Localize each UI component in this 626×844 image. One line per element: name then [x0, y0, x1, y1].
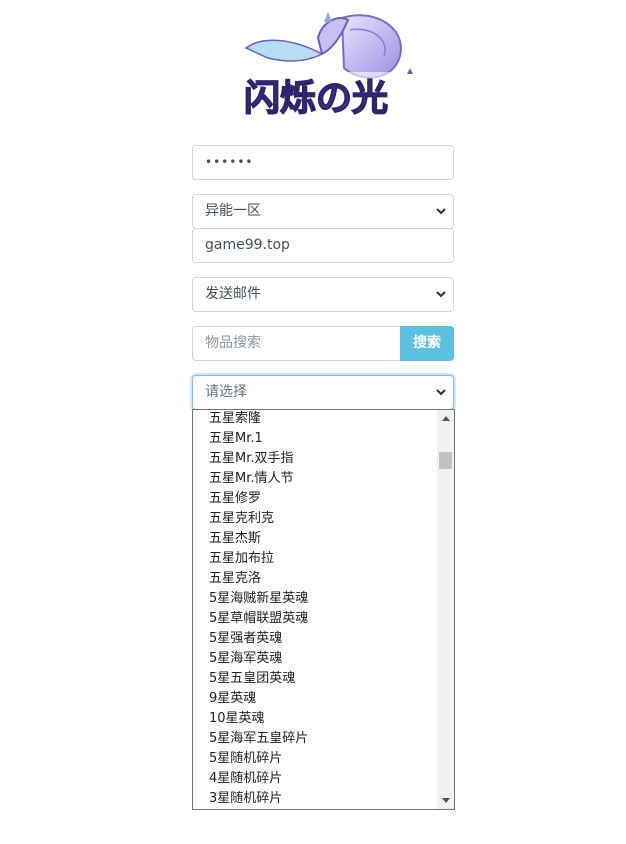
password-value: •••••• — [205, 155, 254, 169]
chevron-down-icon — [434, 195, 448, 228]
dropdown-option[interactable]: 五星Mr.双手指 — [193, 449, 438, 469]
item-search-placeholder: 物品搜索 — [205, 335, 261, 351]
dropdown-option[interactable]: 4星随机碎片 — [193, 769, 438, 789]
crystal-creature-logo: 闪烁の光 — [228, 12, 413, 120]
dropdown-option[interactable]: 五星Mr.1 — [193, 429, 438, 449]
server-select[interactable]: 异能一区 — [192, 194, 454, 229]
dropdown-option[interactable]: 5星海贼新星英魂 — [193, 589, 438, 609]
action-select[interactable]: 发送邮件 — [192, 277, 454, 312]
dropdown-option[interactable]: 3星随机碎片 — [193, 789, 438, 809]
site-value: game99.top — [205, 237, 290, 253]
site-field[interactable]: game99.top — [192, 228, 454, 263]
dropdown-option[interactable]: 5星草帽联盟英魂 — [193, 609, 438, 629]
chevron-down-icon — [434, 376, 448, 409]
dropdown-option[interactable]: 五星加布拉 — [193, 549, 438, 569]
dropdown-options: 五星索隆 五星Mr.1 五星Mr.双手指 五星Mr.情人节 五星修罗 五星克利克… — [193, 410, 438, 809]
dropdown-option[interactable]: 5星强者英魂 — [193, 629, 438, 649]
dropdown-option[interactable]: 5星随机碎片 — [193, 749, 438, 769]
dropdown-scrollbar[interactable] — [437, 410, 454, 809]
item-search-input[interactable]: 物品搜索 — [192, 326, 401, 361]
dropdown-option[interactable]: 5星海军五皇碎片 — [193, 729, 438, 749]
dropdown-option[interactable]: 5星五皇团英魂 — [193, 669, 438, 689]
dropdown-option[interactable]: 五星克利克 — [193, 509, 438, 529]
search-button[interactable]: 搜索 — [400, 326, 454, 361]
game-logo: 闪烁の光 — [222, 8, 418, 126]
item-dropdown-list[interactable]: 五星索隆 五星Mr.1 五星Mr.双手指 五星Mr.情人节 五星修罗 五星克利克… — [192, 409, 455, 810]
dropdown-option[interactable]: 五星Mr.情人节 — [193, 469, 438, 489]
dropdown-option[interactable]: 10星英魂 — [193, 709, 438, 729]
scroll-thumb[interactable] — [439, 452, 452, 469]
password-field[interactable]: •••••• — [192, 145, 454, 180]
dropdown-option[interactable]: 五星修罗 — [193, 489, 438, 509]
dropdown-option[interactable]: 9星英魂 — [193, 689, 438, 709]
logo-title: 闪烁の光 — [244, 78, 388, 119]
item-select[interactable]: 请选择 — [192, 375, 454, 410]
dropdown-option[interactable]: 5星海军英魂 — [193, 649, 438, 669]
dropdown-option[interactable]: 五星克洛 — [193, 569, 438, 589]
dropdown-option[interactable]: 五星杰斯 — [193, 529, 438, 549]
scroll-up-arrow-icon[interactable] — [437, 410, 454, 427]
server-select-value: 异能一区 — [205, 203, 261, 219]
dropdown-option[interactable]: 五星索隆 — [193, 410, 438, 429]
item-select-value: 请选择 — [205, 384, 247, 400]
chevron-down-icon — [434, 278, 448, 311]
action-select-value: 发送邮件 — [205, 286, 261, 302]
scroll-down-arrow-icon[interactable] — [437, 792, 454, 809]
